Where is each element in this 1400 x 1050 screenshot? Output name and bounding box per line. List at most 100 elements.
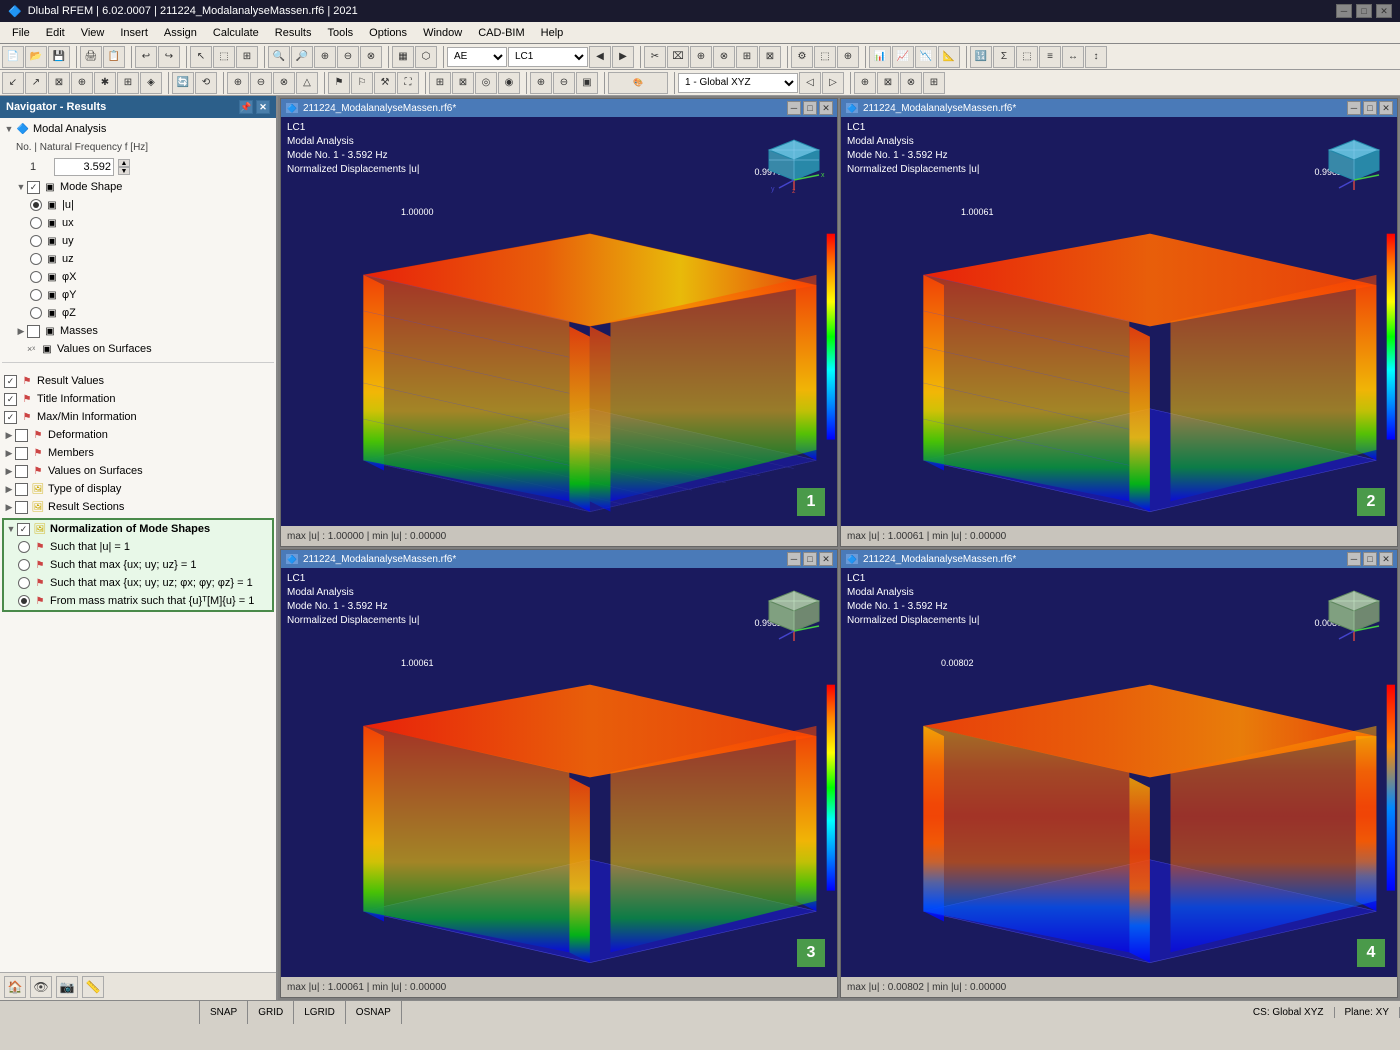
u-abs-item[interactable]: ▣ |u| bbox=[2, 196, 274, 214]
uy-item[interactable]: ▣ uy bbox=[2, 232, 274, 250]
tb2-10[interactable]: ⊕ bbox=[227, 72, 249, 94]
tbx2[interactable]: ⌧ bbox=[667, 46, 689, 68]
tbx18[interactable]: ↔ bbox=[1062, 46, 1084, 68]
tbx6[interactable]: ⊠ bbox=[759, 46, 781, 68]
menu-window[interactable]: Window bbox=[415, 25, 470, 41]
tb2-19[interactable]: ⊠ bbox=[452, 72, 474, 94]
such-that-max1-item[interactable]: ⚑ Such that max {ux; uy; uz} = 1 bbox=[4, 556, 272, 574]
tbx5[interactable]: ⊞ bbox=[736, 46, 758, 68]
tb2-26[interactable]: ◁ bbox=[799, 72, 821, 94]
deformation-item[interactable]: ▶ ⚑ Deformation bbox=[2, 426, 274, 444]
tb2-1[interactable]: ↙ bbox=[2, 72, 24, 94]
result-values-checkbox[interactable] bbox=[4, 375, 17, 388]
tb2-4[interactable]: ⊕ bbox=[71, 72, 93, 94]
result-sections-checkbox[interactable] bbox=[15, 501, 28, 514]
members-item[interactable]: ▶ ⚑ Members bbox=[2, 444, 274, 462]
title-information-checkbox[interactable] bbox=[4, 393, 17, 406]
masses-item[interactable]: ▶ ▣ Masses bbox=[2, 322, 274, 340]
tb2-5[interactable]: ✱ bbox=[94, 72, 116, 94]
u-abs-radio[interactable] bbox=[30, 199, 42, 211]
tb2-14[interactable]: ⚑ bbox=[328, 72, 350, 94]
view1-button[interactable]: ▦ bbox=[392, 46, 414, 68]
normalization-item[interactable]: ▼ 🖼 Normalization of Mode Shapes bbox=[4, 520, 272, 538]
nav-bottom-view-btn[interactable]: 🏠 bbox=[4, 976, 26, 998]
frequency-down[interactable]: ▼ bbox=[118, 167, 130, 175]
title-information-item[interactable]: ⚑ Title Information bbox=[2, 390, 274, 408]
tbx3[interactable]: ⊕ bbox=[690, 46, 712, 68]
tbx13[interactable]: 📐 bbox=[938, 46, 960, 68]
tb2-17[interactable]: ⛶ bbox=[397, 72, 419, 94]
vp1-close[interactable]: ✕ bbox=[819, 101, 833, 115]
status-grid[interactable]: GRID bbox=[248, 1001, 294, 1024]
vp4-close[interactable]: ✕ bbox=[1379, 552, 1393, 566]
new-button[interactable]: 📄 bbox=[2, 46, 24, 68]
vp2-close[interactable]: ✕ bbox=[1379, 101, 1393, 115]
tb2-30[interactable]: ⊗ bbox=[900, 72, 922, 94]
tbx8[interactable]: ⬚ bbox=[814, 46, 836, 68]
open-button[interactable]: 📂 bbox=[25, 46, 47, 68]
menu-insert[interactable]: Insert bbox=[112, 25, 156, 41]
menu-view[interactable]: View bbox=[73, 25, 113, 41]
members-checkbox[interactable] bbox=[15, 447, 28, 460]
prev-button[interactable]: ◀ bbox=[589, 46, 611, 68]
menu-assign[interactable]: Assign bbox=[156, 25, 205, 41]
menu-help[interactable]: Help bbox=[533, 25, 572, 41]
from-mass-matrix-item[interactable]: ⚑ From mass matrix such that {u}ᵀ[M]{u} … bbox=[4, 592, 272, 610]
navigator-pin-button[interactable]: 📌 bbox=[239, 100, 253, 114]
tb2-31[interactable]: ⊞ bbox=[923, 72, 945, 94]
tbx7[interactable]: ⚙ bbox=[791, 46, 813, 68]
tb2-13[interactable]: △ bbox=[296, 72, 318, 94]
tb2-18[interactable]: ⊞ bbox=[429, 72, 451, 94]
tbx14[interactable]: 🔢 bbox=[970, 46, 992, 68]
status-osnap[interactable]: OSNAP bbox=[346, 1001, 402, 1024]
values-surfaces2-item[interactable]: ▶ ⚑ Values on Surfaces bbox=[2, 462, 274, 480]
lc-combo[interactable]: LC1 bbox=[508, 47, 588, 67]
type-display-checkbox[interactable] bbox=[15, 483, 28, 496]
mode-shape-checkbox[interactable] bbox=[27, 181, 40, 194]
masses-checkbox[interactable] bbox=[27, 325, 40, 338]
tbx4[interactable]: ⊗ bbox=[713, 46, 735, 68]
frequency-input[interactable] bbox=[54, 158, 114, 176]
tbx15[interactable]: Σ bbox=[993, 46, 1015, 68]
ux-radio[interactable] bbox=[30, 217, 42, 229]
menu-calculate[interactable]: Calculate bbox=[205, 25, 267, 41]
tbx12[interactable]: 📉 bbox=[915, 46, 937, 68]
phiz-item[interactable]: ▣ φZ bbox=[2, 304, 274, 322]
next-button[interactable]: ▶ bbox=[612, 46, 634, 68]
tb2-25[interactable]: 🎨 bbox=[608, 72, 668, 94]
tbx9[interactable]: ⊕ bbox=[837, 46, 859, 68]
zoom5-button[interactable]: ⊗ bbox=[360, 46, 382, 68]
result-sections-item[interactable]: ▶ 🖼 Result Sections bbox=[2, 498, 274, 516]
minimize-button[interactable]: ─ bbox=[1336, 4, 1352, 18]
view2-button[interactable]: ⬡ bbox=[415, 46, 437, 68]
phiy-radio[interactable] bbox=[30, 289, 42, 301]
vp3-maximize[interactable]: □ bbox=[803, 552, 817, 566]
vp2-minimize[interactable]: ─ bbox=[1347, 101, 1361, 115]
tb2-27[interactable]: ▷ bbox=[822, 72, 844, 94]
result-values-item[interactable]: ⚑ Result Values bbox=[2, 372, 274, 390]
tbx19[interactable]: ↕ bbox=[1085, 46, 1107, 68]
undo-button[interactable]: ↩ bbox=[135, 46, 157, 68]
tb2-3[interactable]: ⊠ bbox=[48, 72, 70, 94]
values-surfaces-item[interactable]: ×ˣ ▣ Values on Surfaces bbox=[2, 340, 274, 358]
tb2-24[interactable]: ▣ bbox=[576, 72, 598, 94]
uz-item[interactable]: ▣ uz bbox=[2, 250, 274, 268]
vp1-minimize[interactable]: ─ bbox=[787, 101, 801, 115]
tb2-7[interactable]: ◈ bbox=[140, 72, 162, 94]
cs-combo[interactable]: 1 - Global XYZ bbox=[678, 73, 798, 93]
modal-analysis-item[interactable]: ▼ 🔷 Modal Analysis bbox=[2, 120, 274, 138]
zoom3-button[interactable]: ⊕ bbox=[314, 46, 336, 68]
tb2-16[interactable]: ⚒ bbox=[374, 72, 396, 94]
phix-item[interactable]: ▣ φX bbox=[2, 268, 274, 286]
zoom2-button[interactable]: 🔎 bbox=[291, 46, 313, 68]
tb2-28[interactable]: ⊕ bbox=[854, 72, 876, 94]
maximize-button[interactable]: □ bbox=[1356, 4, 1372, 18]
vp4-minimize[interactable]: ─ bbox=[1347, 552, 1361, 566]
status-snap[interactable]: SNAP bbox=[200, 1001, 248, 1024]
nav-bottom-measure-btn[interactable]: 📏 bbox=[82, 976, 104, 998]
max-min-item[interactable]: ⚑ Max/Min Information bbox=[2, 408, 274, 426]
values-surfaces2-checkbox[interactable] bbox=[15, 465, 28, 478]
max-min-checkbox[interactable] bbox=[4, 411, 17, 424]
tbx17[interactable]: ≡ bbox=[1039, 46, 1061, 68]
nav-bottom-cam-btn[interactable]: 📷 bbox=[56, 976, 78, 998]
